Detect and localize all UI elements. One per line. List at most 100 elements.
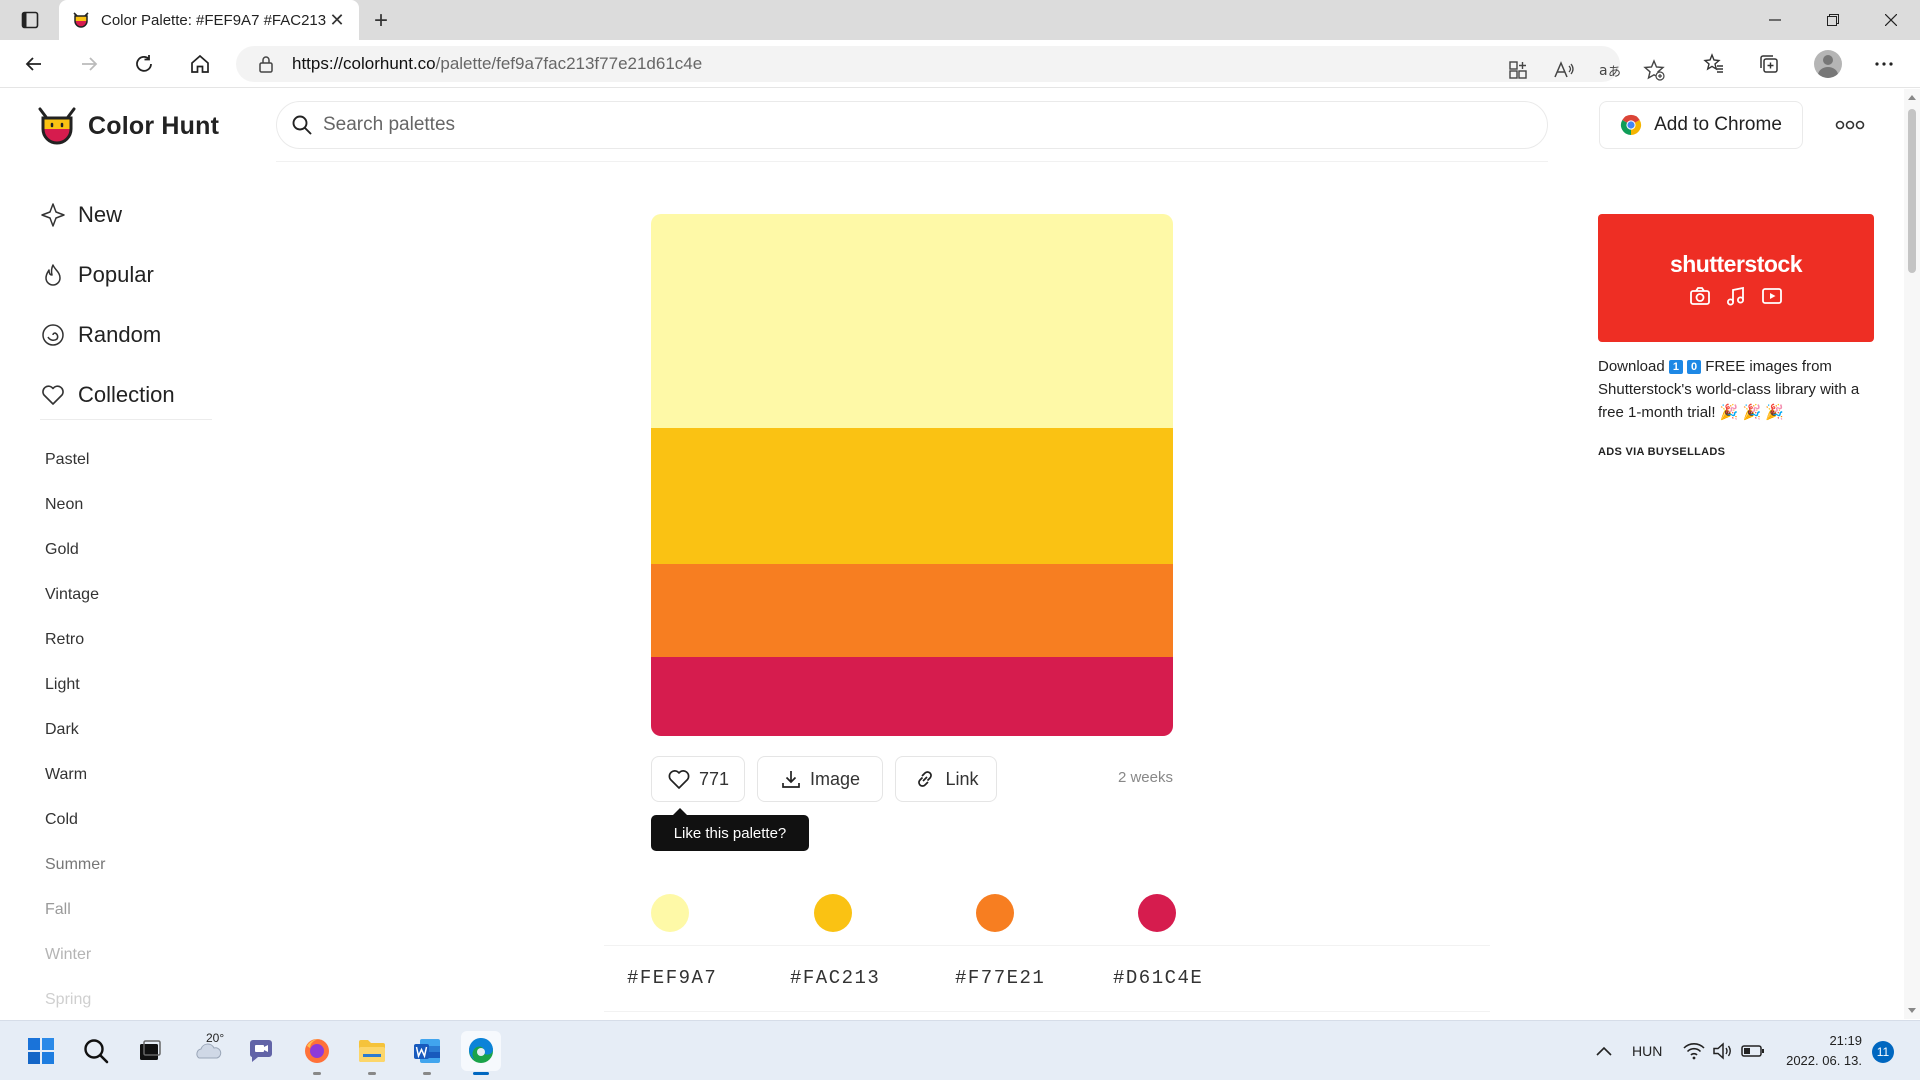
- address-bar[interactable]: https://colorhunt.co/palette/fef9a7fac21…: [236, 46, 1665, 82]
- site-logo[interactable]: Color Hunt: [36, 105, 219, 147]
- chrome-icon: [1621, 114, 1642, 136]
- show-hidden-icons-button[interactable]: [1584, 1031, 1624, 1071]
- like-button[interactable]: 771: [651, 756, 745, 802]
- minimize-button[interactable]: [1746, 0, 1804, 40]
- apps-available-button[interactable]: [1500, 52, 1536, 88]
- collections-button[interactable]: [1751, 48, 1787, 80]
- hex-code-3[interactable]: #F77E21: [955, 967, 1045, 989]
- download-image-button[interactable]: Image: [757, 756, 883, 802]
- tag-summer[interactable]: Summer: [45, 842, 105, 887]
- task-view-icon: [140, 1040, 161, 1060]
- palette-actions: 771 Image Link 2 weeks: [651, 756, 1173, 802]
- arrow-right-icon: [82, 57, 98, 71]
- tag-gold[interactable]: Gold: [45, 527, 105, 572]
- scroll-thumb[interactable]: [1908, 109, 1916, 273]
- palette-swatch-3[interactable]: [651, 564, 1173, 657]
- new-tab-button[interactable]: +: [368, 7, 394, 34]
- file-explorer-button[interactable]: [352, 1031, 392, 1075]
- page-scrollbar[interactable]: [1904, 89, 1920, 1019]
- tag-spring[interactable]: Spring: [45, 977, 105, 1019]
- translate-button[interactable]: aあ: [1592, 52, 1628, 88]
- ad-text[interactable]: Download 1 0 FREE images from Shuttersto…: [1598, 355, 1878, 424]
- sidebar-item-popular[interactable]: Popular: [40, 245, 175, 305]
- browser-tab-active[interactable]: Color Palette: #FEF9A7 #FAC213 ✕: [59, 0, 359, 40]
- tag-neon[interactable]: Neon: [45, 482, 105, 527]
- sidebar-item-label: Popular: [78, 262, 154, 287]
- notification-badge[interactable]: 11: [1872, 1041, 1894, 1063]
- refresh-button[interactable]: [128, 48, 160, 80]
- task-view-button[interactable]: [130, 1031, 170, 1071]
- tag-fall[interactable]: Fall: [45, 887, 105, 932]
- favorites-button[interactable]: [1696, 48, 1732, 80]
- tag-cold[interactable]: Cold: [45, 797, 105, 842]
- input-language[interactable]: HUN: [1632, 1043, 1662, 1059]
- hex-code-2[interactable]: #FAC213: [790, 967, 880, 989]
- ad-banner[interactable]: shutterstock: [1598, 214, 1874, 342]
- lock-icon[interactable]: [256, 54, 276, 74]
- hex-code-1[interactable]: #FEF9A7: [627, 967, 717, 989]
- scroll-up-icon[interactable]: [1908, 95, 1916, 100]
- home-button[interactable]: [184, 48, 216, 80]
- close-window-button[interactable]: [1862, 0, 1920, 40]
- read-aloud-icon: [1554, 61, 1574, 78]
- hex-code-4[interactable]: #D61C4E: [1113, 967, 1203, 989]
- speaker-icon: [1713, 1042, 1731, 1060]
- search-input[interactable]: [323, 114, 1503, 136]
- search-box[interactable]: [276, 101, 1548, 149]
- tag-pastel[interactable]: Pastel: [45, 437, 105, 482]
- more-menu-button[interactable]: [1834, 113, 1866, 137]
- home-icon: [191, 54, 209, 73]
- color-dot-1[interactable]: [651, 894, 689, 932]
- teams-chat-button[interactable]: [241, 1031, 281, 1071]
- codes-divider-top: [604, 945, 1490, 946]
- read-aloud-button[interactable]: [1546, 52, 1582, 88]
- back-button[interactable]: [18, 48, 50, 80]
- tag-light[interactable]: Light: [45, 662, 105, 707]
- ads-via-link[interactable]: ADS VIA BUYSELLADS: [1598, 446, 1725, 458]
- url-text[interactable]: https://colorhunt.co/palette/fef9a7fac21…: [292, 54, 702, 74]
- forward-button[interactable]: [73, 48, 105, 80]
- profile-button[interactable]: [1810, 48, 1846, 80]
- browser-toolbar: https://colorhunt.co/palette/fef9a7fac21…: [0, 40, 1920, 88]
- search-icon: [292, 115, 312, 135]
- start-button[interactable]: [21, 1031, 61, 1071]
- add-favorite-button[interactable]: [1636, 52, 1672, 88]
- tag-winter[interactable]: Winter: [45, 932, 105, 977]
- star-add-icon: [1643, 59, 1665, 81]
- tag-retro[interactable]: Retro: [45, 617, 105, 662]
- sidebar-item-random[interactable]: Random: [40, 305, 175, 365]
- restore-button[interactable]: [1804, 0, 1862, 40]
- sidebar-item-new[interactable]: New: [40, 185, 175, 245]
- tab-actions-button[interactable]: [12, 8, 48, 32]
- battery-button[interactable]: [1733, 1031, 1773, 1071]
- palette-swatch-4[interactable]: [651, 657, 1173, 736]
- edge-icon: [468, 1037, 493, 1063]
- tag-vintage[interactable]: Vintage: [45, 572, 105, 617]
- download-icon: [782, 771, 800, 788]
- tag-warm[interactable]: Warm: [45, 752, 105, 797]
- tab-close-icon[interactable]: ✕: [327, 10, 347, 30]
- settings-more-button[interactable]: [1866, 48, 1902, 80]
- chat-icon: [249, 1040, 272, 1062]
- color-dot-2[interactable]: [814, 894, 852, 932]
- hex-codes: #FEF9A7 #FAC213 #F77E21 #D61C4E: [604, 955, 1304, 1003]
- firefox-app-button[interactable]: [297, 1031, 337, 1075]
- palette-card[interactable]: [651, 214, 1173, 736]
- color-dot-3[interactable]: [976, 894, 1014, 932]
- sidebar-item-collection[interactable]: Collection: [40, 365, 175, 425]
- tag-dark[interactable]: Dark: [45, 707, 105, 752]
- page-content: Color Hunt Add to Chrome New Popular R: [0, 89, 1904, 1019]
- palette-swatch-1[interactable]: [651, 214, 1173, 428]
- more-horizontal-icon: [1875, 62, 1893, 66]
- edge-app-button[interactable]: [461, 1031, 501, 1075]
- clock[interactable]: 21:19 2022. 06. 13.: [1782, 1031, 1862, 1071]
- color-dot-4[interactable]: [1138, 894, 1176, 932]
- copy-link-button[interactable]: Link: [895, 756, 997, 802]
- scroll-down-icon[interactable]: [1908, 1008, 1916, 1013]
- word-app-button[interactable]: [407, 1031, 447, 1075]
- add-to-chrome-button[interactable]: Add to Chrome: [1599, 101, 1803, 149]
- windows-logo-icon: [28, 1038, 54, 1064]
- palette-swatch-2[interactable]: [651, 428, 1173, 564]
- taskbar-search-button[interactable]: [76, 1031, 116, 1071]
- link-icon: [918, 771, 933, 787]
